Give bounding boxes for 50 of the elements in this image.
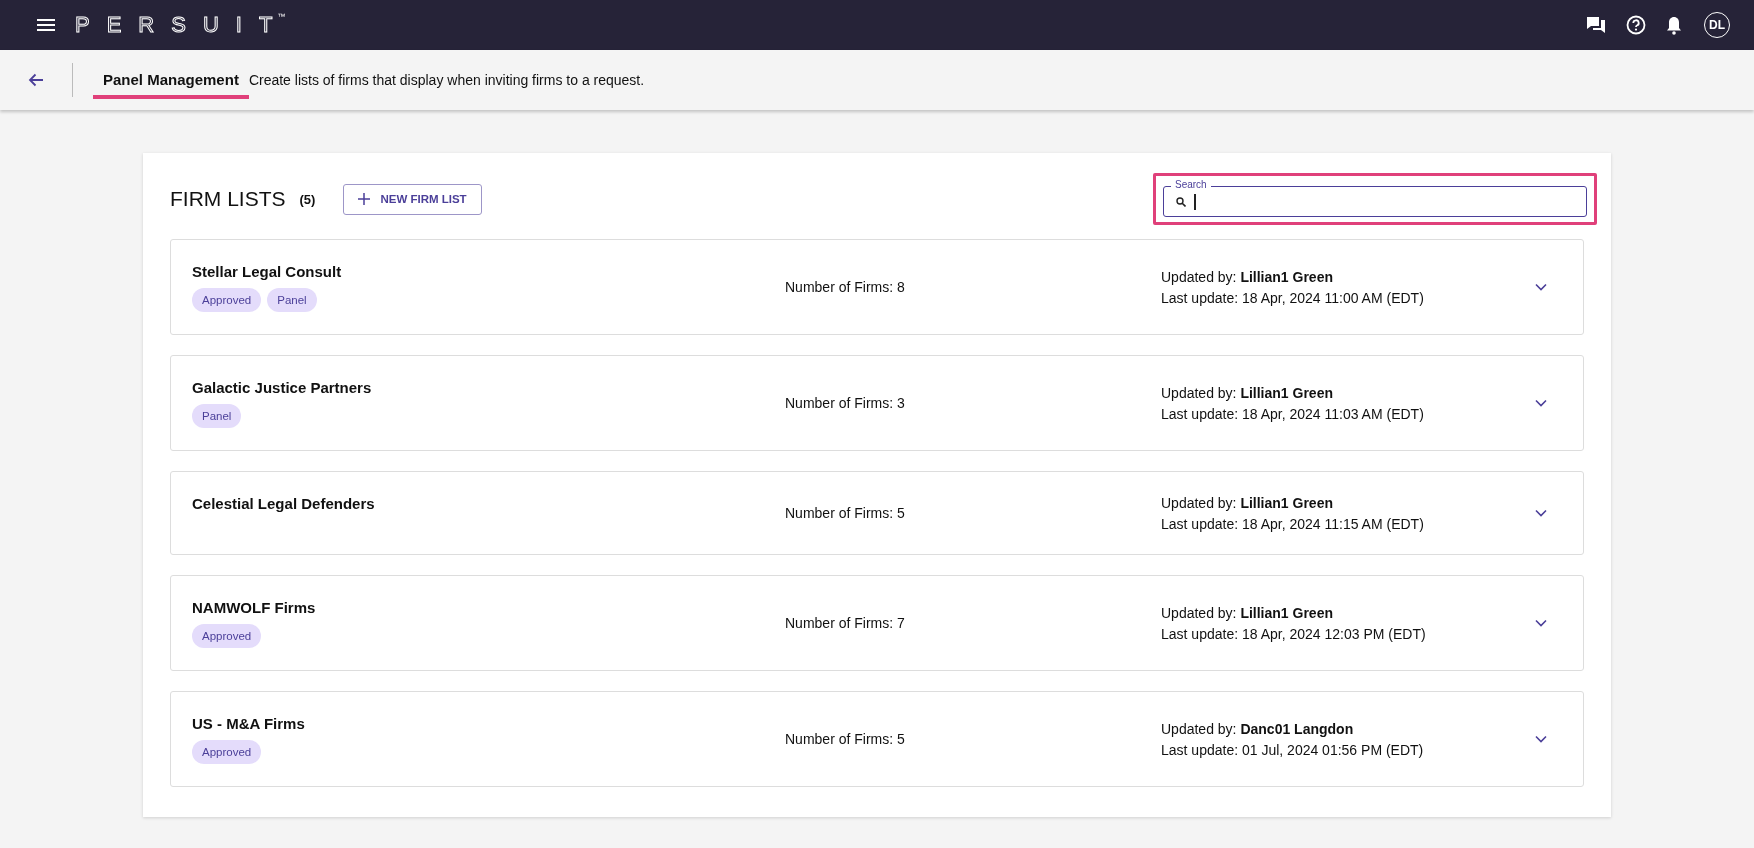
section-title: FIRM LISTS (170, 187, 286, 211)
number-of-firms: Number of Firms: 5 (785, 505, 906, 521)
text-cursor (1194, 193, 1196, 210)
firm-list-row[interactable]: Stellar Legal Consult Approved Panel Number of Firms: 8 Updated by: Lillian1 Green Last update: 18 Apr, 2024 11:00 AM (EDT) (170, 239, 1584, 335)
status-tag: Panel (192, 404, 242, 428)
firm-list-name: Celestial Legal Defenders (192, 495, 376, 512)
help-icon[interactable] (1626, 15, 1646, 35)
updated-by: Updated by: Danc01 Langdon (1161, 720, 1355, 737)
updated-by: Updated by: Lillian1 Green (1161, 384, 1334, 401)
status-tag: Approved (192, 740, 262, 764)
page-title: Panel Management (93, 65, 249, 99)
list-count: (5) (299, 191, 316, 207)
search-icon (1176, 196, 1186, 207)
firm-list-row[interactable]: US - M&A Firms Approved Number of Firms: 5 Updated by: Danc01 Langdon Last update: 01 Jul, 2024 01:56 PM (EDT) (170, 691, 1584, 787)
search-field[interactable] (1163, 186, 1587, 217)
last-update: Last update: 01 Jul, 2024 01:56 PM (EDT) (1161, 741, 1425, 758)
chevron-icon[interactable] (1535, 399, 1547, 407)
status-tag: Panel (267, 288, 317, 312)
chevron-icon[interactable] (1535, 619, 1547, 627)
number-of-firms: Number of Firms: 3 (785, 395, 906, 411)
last-update: Last update: 18 Apr, 2024 11:15 AM (EDT) (1161, 515, 1425, 532)
last-update: Last update: 18 Apr, 2024 12:03 PM (EDT) (1161, 625, 1427, 642)
firm-list-name: Galactic Justice Partners (192, 379, 373, 396)
search-label: Search (1171, 179, 1211, 191)
firm-list-row[interactable]: Celestial Legal Defenders Number of Firms: 5 Updated by: Lillian1 Green Last update: 18 Apr, 2024 11:15 AM (EDT) (170, 471, 1584, 555)
status-tag: Approved (192, 624, 262, 648)
menu-icon[interactable] (37, 18, 55, 32)
chevron-icon[interactable] (1535, 283, 1547, 291)
updated-by: Updated by: Lillian1 Green (1161, 268, 1334, 285)
chevron-icon[interactable] (1535, 509, 1547, 517)
firm-list-name: NAMWOLF Firms (192, 599, 317, 616)
firm-list-row[interactable]: Galactic Justice Partners Panel Number of Firms: 3 Updated by: Lillian1 Green Last update: 18 Apr, 2024 11:03 AM (EDT) (170, 355, 1584, 451)
back-arrow-icon[interactable] (28, 73, 44, 87)
firm-list-name: Stellar Legal Consult (192, 263, 343, 280)
page-description: Create lists of firms that display when inviting firms to a request. (248, 72, 645, 88)
plus-icon (358, 193, 371, 205)
updated-by: Updated by: Lillian1 Green (1161, 604, 1334, 621)
chevron-icon[interactable] (1535, 735, 1547, 743)
number-of-firms: Number of Firms: 8 (785, 279, 906, 295)
last-update: Last update: 18 Apr, 2024 11:03 AM (EDT) (1161, 405, 1425, 422)
number-of-firms: Number of Firms: 7 (785, 615, 906, 631)
number-of-firms: Number of Firms: 5 (785, 731, 906, 747)
firm-list-row[interactable]: NAMWOLF Firms Approved Number of Firms: 7 Updated by: Lillian1 Green Last update: 18 Apr, 2024 12:03 PM (EDT) (170, 575, 1584, 671)
notification-bell-icon[interactable] (1666, 15, 1682, 35)
status-tag: Approved (192, 288, 262, 312)
updated-by: Updated by: Lillian1 Green (1161, 494, 1334, 511)
last-update: Last update: 18 Apr, 2024 11:00 AM (EDT) (1161, 289, 1425, 306)
chat-icon[interactable] (1586, 16, 1606, 34)
firm-list-name: US - M&A Firms (192, 715, 306, 732)
new-firm-list-button[interactable]: NEW FIRM LIST (343, 183, 482, 215)
